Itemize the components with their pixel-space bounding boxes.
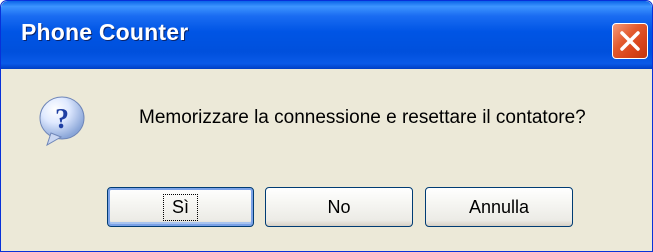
dialog-message: Memorizzare la connessione e resettare i… [139,107,586,128]
svg-text:?: ? [55,104,69,135]
window-title: Phone Counter [21,19,189,45]
cancel-button[interactable]: Annulla [425,187,573,227]
yes-button-label: Sì [162,193,199,221]
close-icon [620,31,640,51]
no-button[interactable]: No [265,187,413,227]
yes-button[interactable]: Sì [107,187,254,227]
cancel-button-label: Annulla [468,196,530,217]
no-button-label: No [327,196,351,217]
question-icon: ? [39,96,85,147]
close-button[interactable] [612,23,648,59]
title-bar[interactable]: Phone Counter [1,1,652,69]
dialog-window: Phone Counter ? Memorizzare la connessio… [0,0,653,252]
